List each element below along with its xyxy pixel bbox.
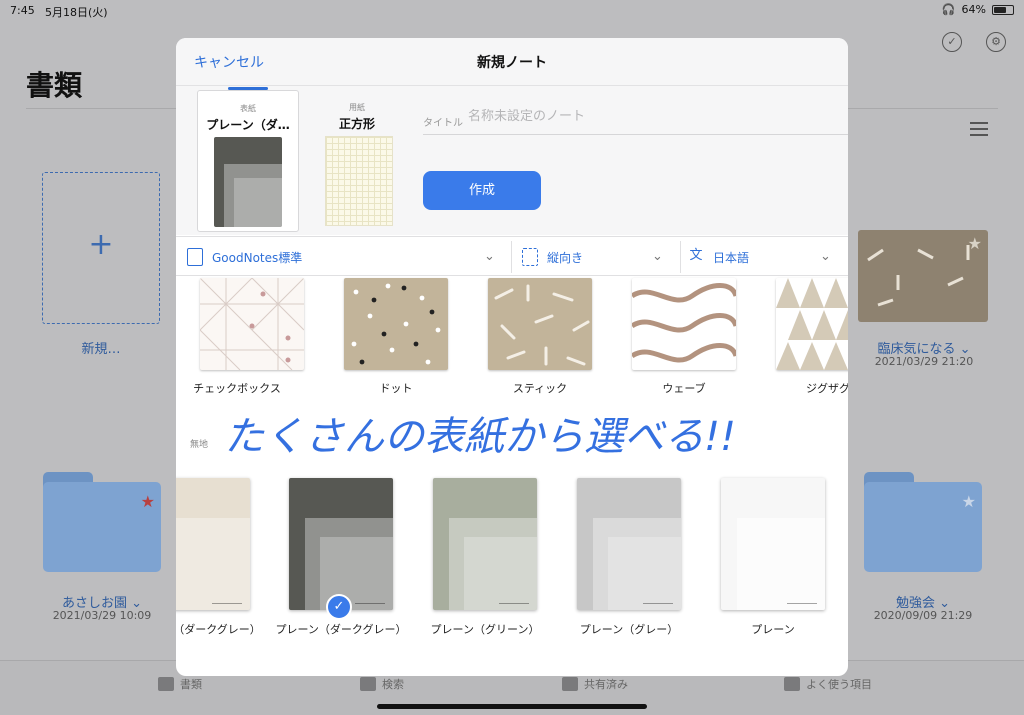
status-bar: 7:45 5月18日(火) 🎧 64% [0,0,1024,22]
cover-label: プレーン（ダークグレー） [275,623,407,636]
selected-check-icon: ✓ [326,594,352,620]
cover-plain-grey[interactable] [577,478,681,610]
orientation-filter[interactable]: 縦向き [522,237,583,277]
title-underline [423,134,848,135]
notebook-date: 2021/03/29 21:20 [874,355,974,368]
home-indicator [377,704,647,709]
cover-preview [214,137,282,227]
tab-favorites[interactable]: よく使う項目 [784,676,872,692]
cover-plain-green[interactable] [433,478,537,610]
tab-search[interactable]: 検索 [360,676,404,692]
pattern-label: ジグザグ [806,382,848,395]
favorite-star-icon[interactable]: ★ [968,234,982,253]
new-note-modal: キャンセル 新規ノート 表紙 プレーン（ダ… 用紙 正方形 タイトル 作成 Go… [176,38,848,676]
chevron-down-icon: ⌄ [652,249,663,264]
wave-pattern-graphic [632,283,736,363]
battery-level [994,6,1006,13]
pattern-dot[interactable] [344,278,448,370]
list-view-icon[interactable] [970,122,988,136]
bookmark-icon [784,677,800,691]
favorite-star-icon[interactable]: ★ [141,492,155,511]
tab-shared[interactable]: 共有済み [562,676,628,692]
svg-text:たくさんの表紙から選べる!!: たくさんの表紙から選べる!! [224,414,736,460]
battery-icon [992,4,1014,15]
paper-name: 正方形 [338,117,375,131]
folder-benkyokai[interactable]: ★ [864,472,982,572]
cover-label: プレーン（グリーン） [430,623,540,636]
folder-asashio[interactable]: ★ [43,472,161,572]
status-date: 5月18日(火) [45,6,108,19]
plain-covers-row: （ダークグレー） ✓ プレーン（ダークグレー） プレーン（グリーン） プレーン（… [176,478,848,676]
template-filter-label: GoodNotes標準 [212,250,303,265]
cover-plain-darkgrey[interactable] [289,478,393,610]
battery-percent: 64% [961,3,986,16]
title-input[interactable] [468,109,848,124]
pattern-covers-row: チェックボックス ドット スティック ウェーブ ジグザグ [176,276,848,396]
orientation-filter-label: 縦向き [547,250,584,265]
paper-caption: 用紙 [349,103,365,112]
pattern-checkbox[interactable] [200,278,304,370]
search-icon [360,677,376,691]
pattern-stick[interactable] [488,278,592,370]
notebook-cover-thumbnail[interactable]: ★ [858,230,988,322]
pattern-wave[interactable] [632,278,736,370]
cover-label: プレーン [751,623,795,636]
status-indicators: 🎧 64% [942,3,1014,16]
cover-name: プレーン（ダ… [206,118,290,132]
cover-caption: 表紙 [240,104,256,113]
language-filter[interactable]: 文 日本語 [688,237,749,277]
cover-darkgrey-partial[interactable] [176,478,250,610]
favorite-star-icon[interactable]: ★ [962,492,976,511]
page-title: 書類 [26,69,83,102]
paper-preview [325,136,393,226]
language-filter-label: 日本語 [713,250,750,265]
modal-title: 新規ノート [477,55,547,71]
chevron-down-icon: ⌄ [484,249,495,264]
new-notebook-label[interactable]: 新規… [42,338,160,357]
pattern-zigzag[interactable] [776,278,848,370]
grid-icon [158,677,174,691]
zigzag-pattern-graphic [776,278,848,370]
portrait-icon [522,248,538,266]
template-icon [187,248,203,266]
people-icon [562,677,578,691]
paper-selector[interactable]: 用紙 正方形 [319,90,395,232]
chevron-down-icon: ⌄ [820,249,831,264]
create-button[interactable]: 作成 [423,171,541,210]
select-check-icon[interactable]: ✓ [942,32,962,52]
plus-icon: + [88,227,114,262]
handwritten-annotation: たくさんの表紙から選べる!! [224,414,736,460]
template-filter[interactable]: GoodNotes標準 [187,237,302,277]
top-toolbar: ✓ ⚙ [942,32,1006,52]
stick-pattern-graphic [494,284,590,366]
selected-indicator [228,87,268,90]
new-notebook-card[interactable]: + [42,172,160,324]
cover-label: プレーン（グレー） [579,623,679,636]
note-config-area: 表紙 プレーン（ダ… 用紙 正方形 タイトル 作成 [176,86,848,235]
section-label-plain: 無地 [190,440,209,450]
cover-selector[interactable]: 表紙 プレーン（ダ… [197,87,299,232]
tab-documents[interactable]: 書類 [158,676,202,692]
folder-date: 2021/03/29 10:09 [52,609,152,622]
checkbox-pattern-graphic [200,278,304,370]
headphones-icon: 🎧 [941,3,956,16]
dot-pattern-graphic [351,283,441,365]
status-time: 7:45 [10,4,35,17]
translate-icon: 文 [689,248,703,263]
settings-gear-icon[interactable]: ⚙ [986,32,1006,52]
modal-header: キャンセル 新規ノート [176,38,848,86]
title-label: タイトル [423,118,463,129]
filter-bar: GoodNotes標準 ⌄ 縦向き ⌄ 文 日本語 ⌄ [176,236,848,276]
cover-plain-white[interactable] [721,478,825,610]
folder-date: 2020/09/09 21:29 [873,609,973,622]
